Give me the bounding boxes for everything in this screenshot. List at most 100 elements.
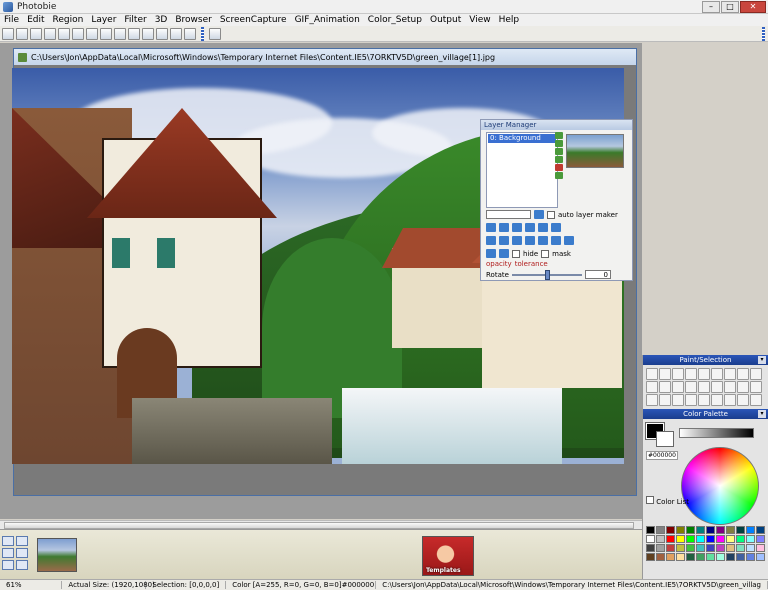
open-icon[interactable] (16, 27, 28, 40)
palette-swatch[interactable] (676, 544, 685, 552)
effect-a-icon[interactable] (486, 236, 496, 245)
palette-swatch[interactable] (676, 526, 685, 534)
layer-copy-icon[interactable] (555, 156, 563, 163)
palette-swatch[interactable] (656, 553, 665, 561)
palette-swatch[interactable] (676, 535, 685, 543)
menu-output[interactable]: Output (426, 15, 465, 25)
grid-view-icon[interactable] (16, 536, 28, 546)
layer-item[interactable]: 0: Background (488, 134, 556, 143)
background-color[interactable] (656, 431, 674, 447)
blur-tool-icon[interactable] (737, 381, 749, 393)
brush-tool-icon[interactable] (672, 368, 684, 380)
new-icon[interactable] (2, 27, 14, 40)
palette-swatch[interactable] (666, 553, 675, 561)
layer-delete-icon[interactable] (555, 164, 563, 171)
polygon-select-icon[interactable] (711, 394, 723, 406)
palette-swatch[interactable] (756, 535, 765, 543)
paint-icon[interactable] (170, 27, 182, 40)
lasso-select-icon[interactable] (724, 394, 736, 406)
close-image-icon[interactable] (16, 560, 28, 570)
menu-region[interactable]: Region (49, 15, 88, 25)
maximize-button[interactable]: □ (721, 1, 739, 13)
effect-e-icon[interactable] (538, 236, 548, 245)
menu-layer[interactable]: Layer (87, 15, 120, 25)
palette-swatch[interactable] (726, 553, 735, 561)
palette-swatch[interactable] (706, 544, 715, 552)
flip-icon[interactable] (551, 223, 561, 232)
palette-swatch[interactable] (746, 553, 755, 561)
paint-panel-close-icon[interactable]: ▾ (758, 356, 766, 364)
menu-filter[interactable]: Filter (120, 15, 150, 25)
palette-swatch[interactable] (646, 535, 655, 543)
palette-swatch[interactable] (746, 535, 755, 543)
ellipse-tool-icon[interactable] (646, 368, 658, 380)
square-select-icon[interactable] (659, 394, 671, 406)
palette-swatch[interactable] (736, 544, 745, 552)
print-icon[interactable] (114, 27, 126, 40)
palette-swatch[interactable] (666, 535, 675, 543)
menu-gif-animation[interactable]: GIF_Animation (291, 15, 364, 25)
palette-swatch[interactable] (666, 526, 675, 534)
rect-select-icon[interactable] (646, 394, 658, 406)
effect-b-icon[interactable] (499, 236, 509, 245)
marker-tool-icon[interactable] (724, 368, 736, 380)
round-rect-icon[interactable] (672, 394, 684, 406)
palette-swatch[interactable] (696, 553, 705, 561)
palette-swatch[interactable] (686, 544, 695, 552)
palette-swatch[interactable] (676, 553, 685, 561)
color-list-toggle[interactable]: Color List (646, 496, 689, 506)
color-wheel[interactable] (681, 447, 759, 525)
toolbar-grip-right[interactable] (762, 26, 765, 41)
star-select-icon[interactable] (750, 394, 762, 406)
effect-f-icon[interactable] (551, 236, 561, 245)
rotate-slider-knob[interactable] (544, 269, 550, 280)
scrollbar-thumb[interactable] (4, 522, 634, 529)
layer-name-field[interactable] (486, 210, 531, 219)
transform-icon[interactable] (499, 223, 509, 232)
palette-swatch[interactable] (716, 544, 725, 552)
fit-icon[interactable] (16, 548, 28, 558)
palette-swatch[interactable] (716, 553, 725, 561)
rotate-value-field[interactable]: 0 (584, 270, 611, 279)
extra-icon[interactable] (209, 27, 221, 40)
effect-d-icon[interactable] (525, 236, 535, 245)
list-view-icon[interactable] (2, 548, 14, 558)
copy-icon[interactable] (86, 27, 98, 40)
smudge-tool-icon[interactable] (711, 381, 723, 393)
save-as-icon[interactable] (44, 27, 56, 40)
effect-c-icon[interactable] (512, 236, 522, 245)
palette-swatch[interactable] (716, 535, 725, 543)
layer-merge-icon[interactable] (555, 172, 563, 179)
text-tool-icon[interactable] (685, 381, 697, 393)
redo-icon[interactable] (72, 27, 84, 40)
sharpen-tool-icon[interactable] (724, 381, 736, 393)
mask-checkbox[interactable] (541, 249, 550, 258)
palette-swatch[interactable] (696, 535, 705, 543)
effects-icon[interactable] (142, 27, 154, 40)
fg-bg-swatches[interactable] (645, 422, 674, 447)
move-icon[interactable] (486, 223, 496, 232)
hide-checkbox[interactable] (512, 249, 520, 258)
palette-swatch[interactable] (656, 526, 665, 534)
menu-help[interactable]: Help (495, 15, 524, 25)
color-ellipse-icon[interactable] (659, 368, 671, 380)
palette-swatch[interactable] (736, 553, 745, 561)
shadow-icon[interactable] (538, 223, 548, 232)
grayscale-bar[interactable] (679, 428, 754, 438)
palette-swatch[interactable] (746, 544, 755, 552)
canvas-horizontal-scrollbar[interactable] (0, 520, 642, 529)
copy-view-icon[interactable] (2, 560, 14, 570)
palette-swatch[interactable] (726, 535, 735, 543)
capture-icon[interactable] (128, 27, 140, 40)
crop-icon[interactable] (184, 27, 196, 40)
layer-add-icon[interactable] (555, 148, 563, 155)
fill-tool-icon[interactable] (646, 381, 658, 393)
magic-wand-icon[interactable] (737, 394, 749, 406)
tool-icon[interactable] (156, 27, 168, 40)
circle-select-icon[interactable] (698, 394, 710, 406)
move-tool-icon[interactable] (750, 381, 762, 393)
palette-swatch[interactable] (746, 526, 755, 534)
palette-swatch[interactable] (726, 526, 735, 534)
toolbar-grip[interactable] (201, 26, 204, 41)
palette-swatch[interactable] (736, 526, 745, 534)
